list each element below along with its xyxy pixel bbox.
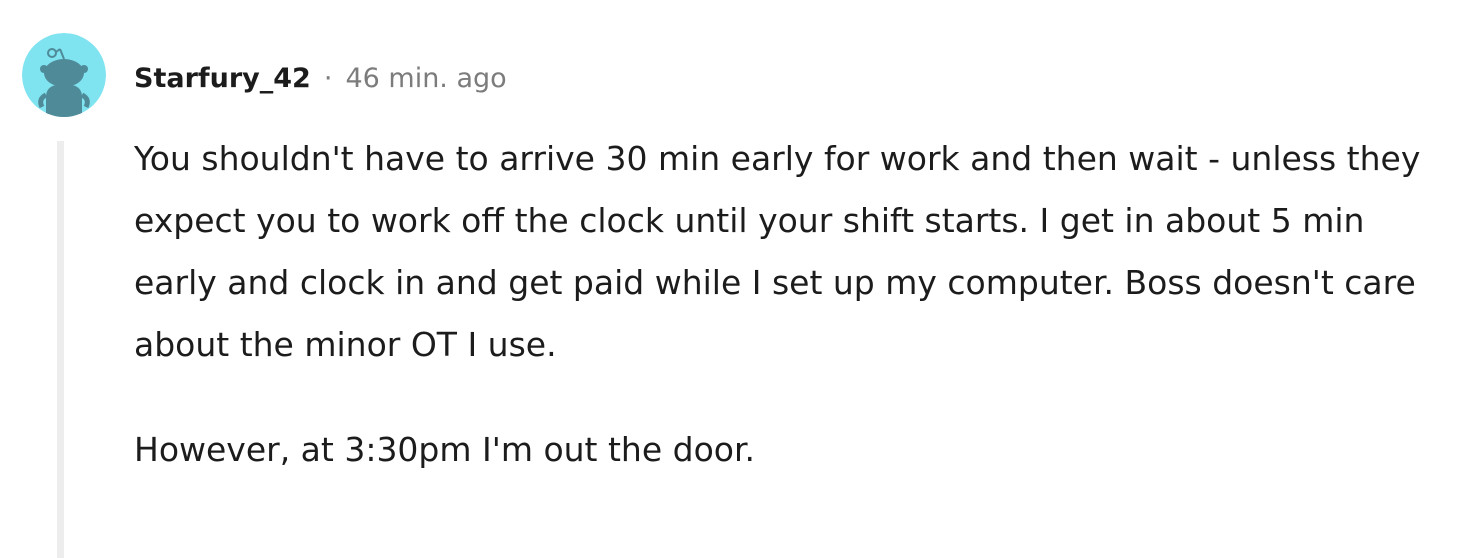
snoo-avatar-icon: [22, 33, 106, 117]
collapse-thread-line[interactable]: [57, 141, 64, 558]
comment-timestamp[interactable]: 46 min. ago: [345, 63, 506, 94]
comment-body: You shouldn't have to arrive 30 min earl…: [134, 128, 1424, 481]
comment-paragraph: You shouldn't have to arrive 30 min earl…: [134, 139, 1421, 364]
meta-separator: ·: [323, 62, 333, 94]
author-username[interactable]: Starfury_42: [134, 63, 311, 94]
comment-paragraph: However, at 3:30pm I'm out the door.: [134, 430, 755, 469]
avatar[interactable]: [22, 33, 106, 117]
comment-meta: Starfury_42 · 46 min. ago: [134, 58, 507, 98]
